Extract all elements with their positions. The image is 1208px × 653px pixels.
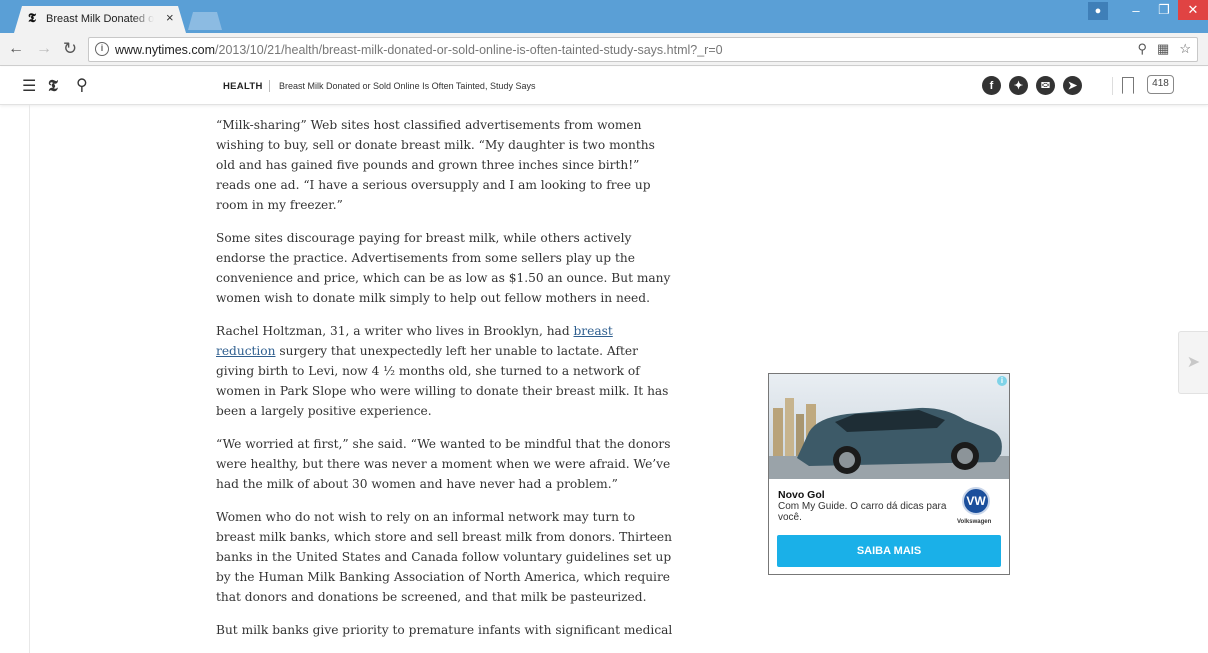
advertisement[interactable]: i Novo Gol Com My Guide. O carro dá dica…: [768, 373, 1010, 575]
car-ad-image[interactable]: [769, 374, 1009, 479]
paragraph-text: Rachel Holtzman, 31, a writer who lives …: [216, 324, 574, 338]
restore-icon[interactable]: ❐: [1150, 0, 1178, 20]
omnibox-icons: ⚲ ▦ ☆: [1138, 41, 1191, 57]
saiba-mais-button[interactable]: SAIBA MAIS: [777, 535, 1001, 567]
forward-arrow-icon[interactable]: →: [34, 39, 54, 59]
url-host: www.nytimes.com: [115, 43, 216, 57]
adchoices-icon[interactable]: i: [997, 376, 1007, 386]
chevron-right-icon: ➤: [1186, 354, 1201, 371]
next-article-tab[interactable]: ➤: [1178, 331, 1208, 394]
hamburger-menu-icon[interactable]: ☰: [22, 76, 36, 96]
section-label[interactable]: HEALTH: [223, 81, 263, 92]
reload-icon[interactable]: ↻: [60, 39, 80, 59]
new-tab-button[interactable]: [188, 12, 222, 30]
close-window-icon[interactable]: ✕: [1178, 0, 1208, 20]
article-paragraph: Some sites discourage paying for breast …: [216, 231, 671, 305]
share-icon[interactable]: ➤: [1063, 76, 1082, 95]
page-left-edge: [29, 105, 30, 653]
window-controls: ● – ❐ ✕: [1088, 0, 1208, 22]
nyt-logo-icon[interactable]: 𝕿: [48, 76, 58, 96]
twitter-icon[interactable]: ✦: [1009, 76, 1028, 95]
article-body: “Milk-sharing” Web sites host classified…: [216, 115, 676, 653]
tab-title: Breast Milk Donated or S: [46, 13, 154, 25]
header-divider-right: [1112, 77, 1113, 95]
header-headline: Breast Milk Donated or Sold Online Is Of…: [279, 81, 536, 91]
ad-description: Com My Guide. O carro dá dicas para você…: [778, 501, 947, 523]
address-bar[interactable]: i www.nytimes.com/2013/10/21/health/brea…: [88, 37, 1198, 62]
tab-close-icon[interactable]: ×: [166, 11, 174, 25]
ad-title: Novo Gol: [778, 489, 825, 501]
translate-icon[interactable]: ▦: [1157, 41, 1169, 57]
profile-icon[interactable]: ●: [1088, 2, 1108, 20]
search-icon[interactable]: ⚲: [76, 75, 88, 95]
brand-label: Volkswagen: [957, 519, 992, 525]
volkswagen-logo-icon: VW: [962, 487, 990, 515]
bookmark-star-icon[interactable]: ☆: [1179, 41, 1191, 57]
nyt-header: ☰ 𝕿 ⚲ HEALTH Breast Milk Donated or Sold…: [0, 67, 1208, 105]
zoom-icon[interactable]: ⚲: [1138, 41, 1148, 57]
comments-count-button[interactable]: 418: [1147, 75, 1174, 94]
url-text[interactable]: www.nytimes.com/2013/10/21/health/breast…: [115, 43, 723, 57]
article-paragraph: “We worried at first,” she said. “We wan…: [216, 437, 671, 491]
article-paragraph: “Milk-sharing” Web sites host classified…: [216, 118, 655, 212]
browser-tab[interactable]: 𝕿 Breast Milk Donated or S ×: [14, 6, 186, 33]
paragraph-text: surgery that unexpectedly left her unabl…: [216, 344, 669, 418]
header-divider: [269, 80, 270, 92]
email-icon[interactable]: ✉: [1036, 76, 1055, 95]
article-paragraph: Women who do not wish to rely on an info…: [216, 510, 672, 604]
nyt-favicon-icon: 𝕿: [28, 11, 36, 26]
browser-toolbar: ← → ↻ i www.nytimes.com/2013/10/21/healt…: [0, 33, 1208, 66]
minimize-icon[interactable]: –: [1122, 0, 1150, 20]
save-bookmark-icon[interactable]: [1122, 77, 1134, 94]
url-path: /2013/10/21/health/breast-milk-donated-o…: [215, 43, 723, 57]
article-paragraph: But milk banks give priority to prematur…: [216, 623, 673, 637]
share-tools: f ✦ ✉ ➤: [982, 76, 1082, 95]
facebook-icon[interactable]: f: [982, 76, 1001, 95]
article-paragraph: Rachel Holtzman, 31, a writer who lives …: [216, 321, 676, 421]
site-info-icon[interactable]: i: [95, 42, 109, 56]
back-arrow-icon[interactable]: ←: [6, 39, 26, 59]
browser-tabstrip: 𝕿 Breast Milk Donated or S × ● – ❐ ✕: [0, 0, 1208, 33]
